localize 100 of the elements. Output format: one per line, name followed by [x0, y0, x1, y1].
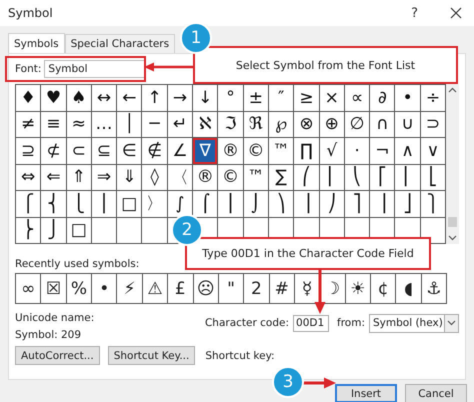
- recent-symbol-cell[interactable]: %: [66, 274, 92, 303]
- symbol-cell[interactable]: °: [218, 85, 243, 110]
- symbol-cell[interactable]: [142, 218, 167, 243]
- symbol-cell[interactable]: ♠: [66, 85, 91, 110]
- symbol-cell[interactable]: ⎮: [218, 191, 243, 216]
- symbol-cell[interactable]: ⇓: [117, 164, 142, 190]
- symbol-cell[interactable]: ∈: [117, 138, 142, 164]
- symbol-cell[interactable]: ←: [117, 85, 142, 110]
- symbol-cell[interactable]: ∪: [395, 112, 420, 137]
- symbol-cell[interactable]: ♥: [41, 85, 66, 110]
- symbol-cell[interactable]: ⎢: [395, 164, 420, 190]
- symbol-cell[interactable]: ⌠: [193, 191, 218, 216]
- symbol-cell[interactable]: ″: [268, 85, 294, 110]
- symbol-cell[interactable]: ℘: [268, 112, 294, 137]
- symbol-cell[interactable]: ℑ: [218, 112, 243, 137]
- scroll-thumb[interactable]: [448, 217, 458, 227]
- symbol-cell[interactable]: [117, 218, 142, 243]
- recent-symbol-cell[interactable]: 2: [244, 274, 269, 303]
- symbol-cell[interactable]: ⎝: [344, 164, 370, 190]
- recent-symbol-cell[interactable]: ☽: [320, 274, 345, 303]
- symbol-cell[interactable]: ⊆: [92, 138, 116, 164]
- symbol-cell[interactable]: ±: [244, 85, 268, 110]
- recent-symbol-cell[interactable]: #: [270, 274, 294, 303]
- recent-symbol-cell[interactable]: ": [218, 274, 244, 303]
- symbol-cell[interactable]: ⎪: [92, 191, 116, 216]
- tab[interactable]: Symbols: [8, 33, 65, 53]
- dialog-button[interactable]: Insert: [335, 384, 397, 402]
- symbol-cell[interactable]: ↵: [168, 112, 192, 137]
- symbol-cell[interactable]: ⊂: [66, 138, 91, 164]
- symbol-cell[interactable]: [92, 218, 116, 243]
- symbol-cell[interactable]: 〉: [142, 191, 167, 216]
- symbol-cell[interactable]: ∇: [193, 138, 218, 164]
- font-field[interactable]: Symbol: [44, 60, 146, 78]
- symbol-cell[interactable]: ◊: [142, 164, 167, 190]
- symbol-cell[interactable]: ×: [320, 85, 344, 110]
- symbol-cell[interactable]: ⇔: [16, 164, 40, 190]
- symbol-cell[interactable]: ™: [268, 138, 294, 164]
- symbol-cell[interactable]: ¬: [370, 138, 394, 164]
- symbol-cell[interactable]: ∠: [168, 138, 192, 164]
- symbol-cell[interactable]: ∨: [420, 138, 446, 164]
- symbol-cell[interactable]: ≠: [16, 112, 40, 137]
- symbol-cell[interactable]: ∝: [344, 85, 370, 110]
- symbol-cell[interactable]: ∅: [344, 112, 370, 137]
- symbol-cell[interactable]: ℜ: [244, 112, 268, 137]
- recent-symbol-cell[interactable]: ∞: [16, 274, 40, 303]
- tab[interactable]: Special Characters: [64, 34, 176, 53]
- symbol-cell[interactable]: ⎛: [294, 164, 319, 190]
- symbol-cell[interactable]: ⎡: [370, 164, 394, 190]
- symbol-cell[interactable]: ®: [193, 164, 218, 190]
- symbol-cell[interactable]: ℵ: [193, 112, 218, 137]
- symbol-cell[interactable]: ©: [218, 164, 243, 190]
- symbol-cell[interactable]: ∑: [268, 164, 294, 190]
- help-button[interactable]: ?: [411, 6, 418, 20]
- symbol-cell[interactable]: ⎭: [41, 218, 66, 243]
- recent-symbol-cell[interactable]: ⚡: [117, 274, 142, 303]
- symbol-cell[interactable]: ⎧: [16, 191, 40, 216]
- symbol-cell[interactable]: ∩: [370, 112, 394, 137]
- symbol-cell[interactable]: □: [66, 218, 91, 243]
- symbol-cell[interactable]: ®: [218, 138, 243, 164]
- symbol-cell[interactable]: ∂: [370, 85, 394, 110]
- symbol-cell[interactable]: ⎬: [16, 218, 40, 243]
- symbol-cell[interactable]: ⎤: [344, 191, 370, 216]
- symbol-cell[interactable]: ⎣: [420, 164, 446, 190]
- symbol-cell[interactable]: ⎨: [41, 191, 66, 216]
- recent-symbol-cell[interactable]: ◖: [396, 274, 421, 303]
- recent-symbol-cell[interactable]: •: [92, 274, 116, 303]
- symbol-cell[interactable]: ↓: [193, 85, 218, 110]
- dialog-button[interactable]: AutoCorrect...: [15, 346, 100, 365]
- symbol-cell[interactable]: ⊄: [41, 138, 66, 164]
- symbol-cell[interactable]: ∉: [142, 138, 167, 164]
- symbol-cell[interactable]: ™: [244, 164, 268, 190]
- symbol-cell[interactable]: ─: [142, 112, 167, 137]
- symbol-cell[interactable]: ≡: [41, 112, 66, 137]
- recent-symbol-cell[interactable]: ☀: [346, 274, 370, 303]
- symbol-cell[interactable]: …: [92, 112, 116, 137]
- symbol-cell[interactable]: ⊗: [294, 112, 319, 137]
- recent-symbol-cell[interactable]: ¢: [371, 274, 396, 303]
- symbol-cell[interactable]: 〈: [168, 164, 192, 190]
- symbol-cell[interactable]: •: [395, 85, 420, 110]
- symbol-cell[interactable]: ♦: [16, 85, 40, 110]
- symbol-cell[interactable]: ∏: [294, 138, 319, 164]
- symbol-cell[interactable]: │: [117, 112, 142, 137]
- from-dropdown[interactable]: Symbol (hex): [369, 314, 459, 332]
- symbol-cell[interactable]: ≈: [66, 112, 91, 137]
- symbol-cell[interactable]: ⎟: [294, 191, 319, 216]
- symbol-cell[interactable]: ↑: [142, 85, 167, 110]
- recent-symbol-cell[interactable]: ⚠: [142, 274, 168, 303]
- symbol-cell[interactable]: □: [117, 191, 142, 216]
- symbol-cell[interactable]: ⇐: [41, 164, 66, 190]
- scrollbar[interactable]: [446, 84, 459, 244]
- symbol-cell[interactable]: ∫: [168, 191, 192, 216]
- symbol-cell[interactable]: ⊃: [420, 112, 446, 137]
- symbol-cell[interactable]: ⎥: [370, 191, 394, 216]
- symbol-cell[interactable]: ⌡: [244, 191, 268, 216]
- recent-symbol-cell[interactable]: ☒: [41, 274, 66, 303]
- symbol-cell[interactable]: ∧: [395, 138, 420, 164]
- symbol-cell[interactable]: ⋅: [344, 138, 370, 164]
- dialog-button[interactable]: Shortcut Key...: [108, 346, 196, 365]
- symbol-cell[interactable]: ⇒: [92, 164, 116, 190]
- symbol-cell[interactable]: ⎩: [66, 191, 91, 216]
